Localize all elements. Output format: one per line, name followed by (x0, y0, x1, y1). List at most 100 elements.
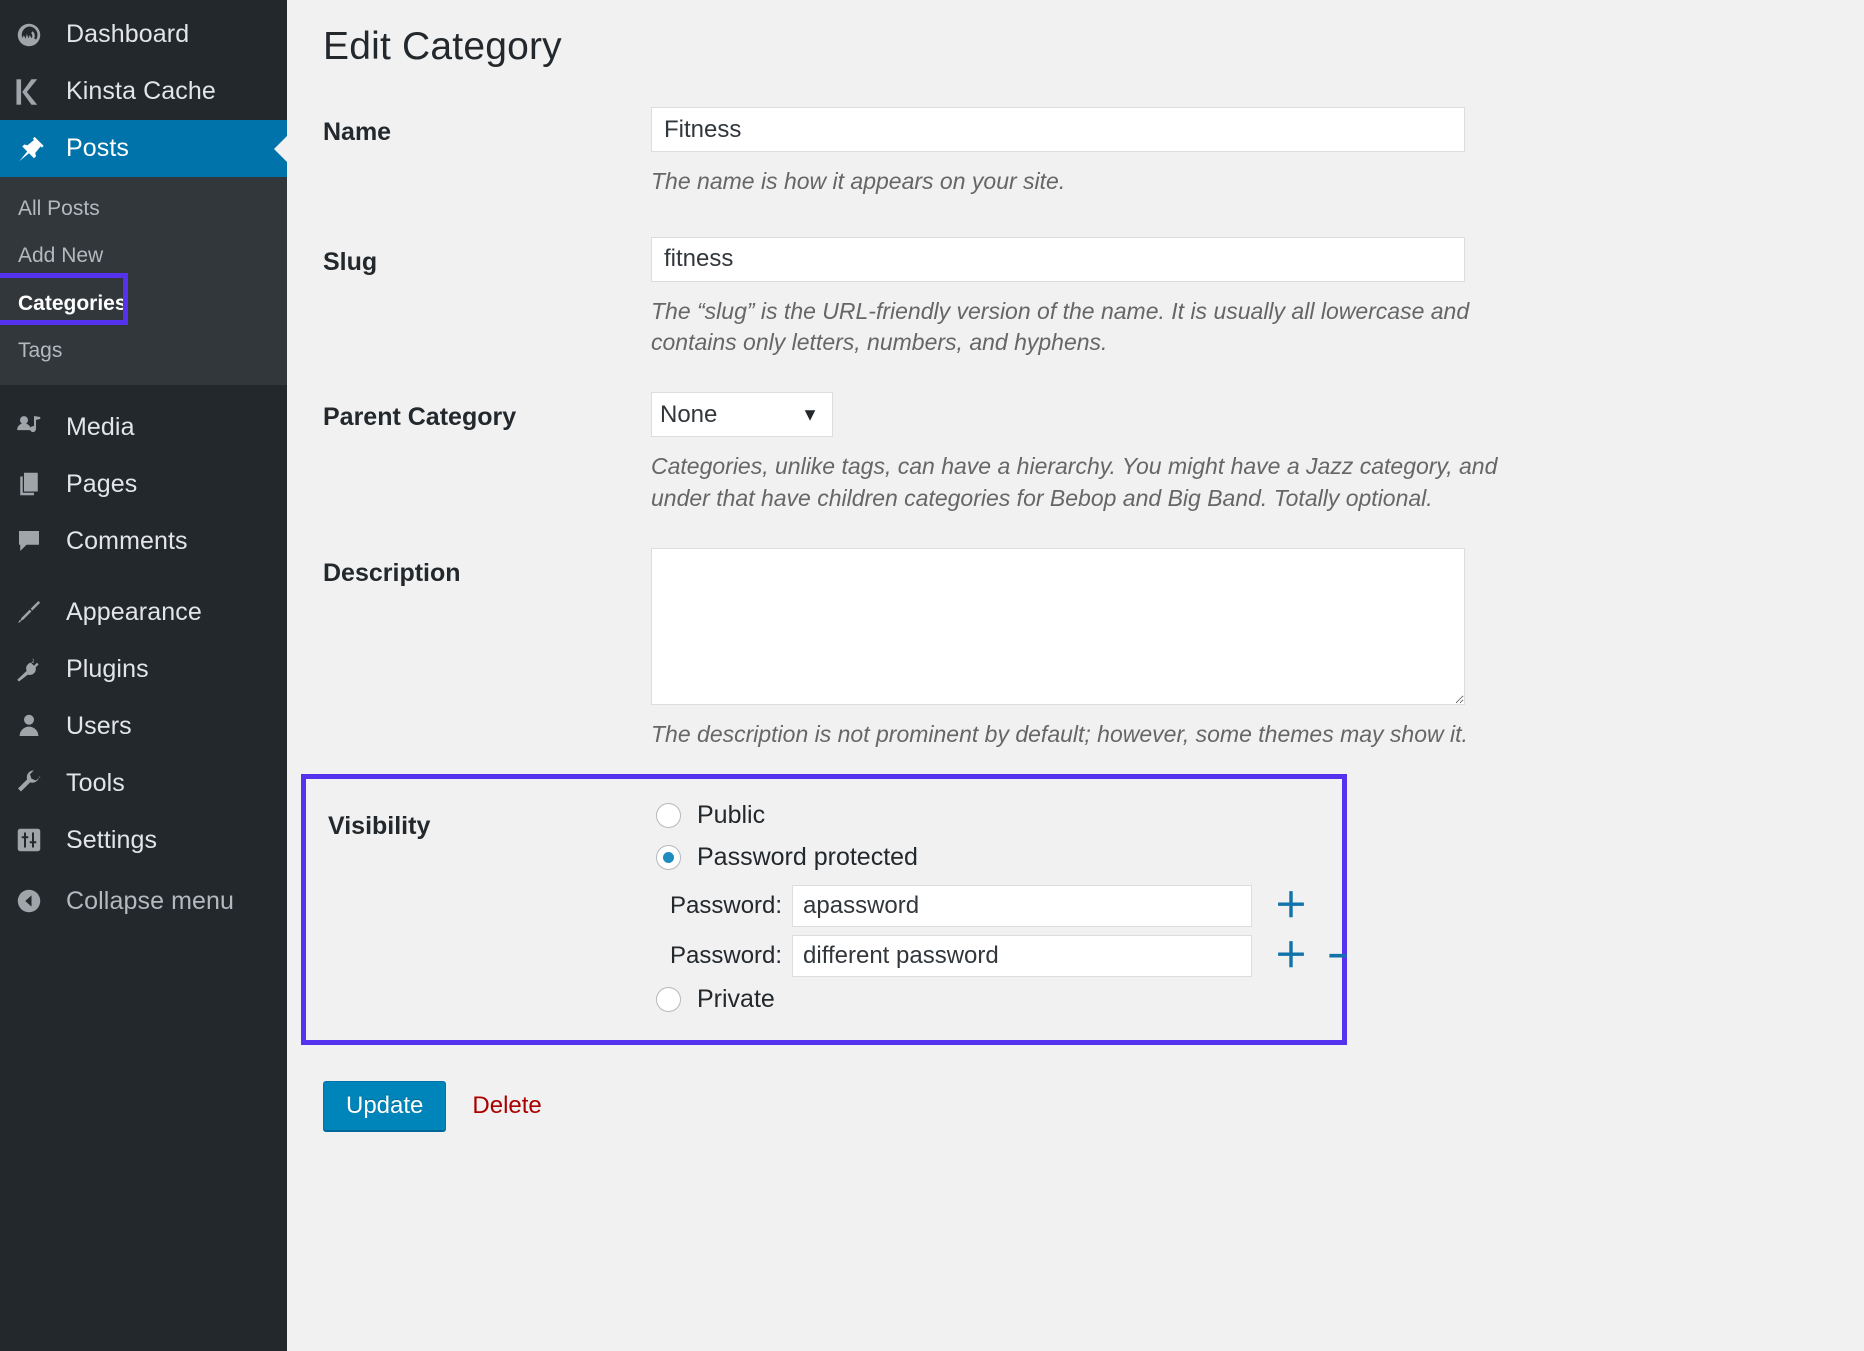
slug-label: Slug (323, 237, 651, 277)
sidebar-item-comments[interactable]: Comments (0, 513, 287, 570)
edit-category-form: Name The name is how it appears on your … (287, 107, 1864, 1045)
sidebar-item-label: Kinsta Cache (66, 77, 216, 106)
sidebar-item-add-new[interactable]: Add New (0, 232, 287, 279)
sidebar-item-appearance[interactable]: Appearance (0, 584, 287, 641)
delete-link[interactable]: Delete (472, 1092, 541, 1120)
parent-category-label: Parent Category (323, 392, 651, 432)
visibility-option-private[interactable]: Private (656, 985, 1348, 1014)
menu-separator (0, 385, 287, 399)
radio-public-label: Public (697, 801, 765, 830)
sidebar-item-all-posts[interactable]: All Posts (0, 185, 287, 232)
description-textarea[interactable] (651, 548, 1465, 705)
page-title: Edit Category (287, 0, 1864, 69)
dashboard-icon (14, 20, 66, 50)
password-label-2: Password: (670, 942, 782, 970)
parent-category-select-wrap: None ▼ (651, 392, 833, 437)
name-field-wrap: The name is how it appears on your site. (651, 107, 1864, 198)
password-label-1: Password: (670, 892, 782, 920)
description-label: Description (323, 548, 651, 588)
password-input-2[interactable] (792, 935, 1252, 977)
name-help-text: The name is how it appears on your site. (651, 166, 1521, 198)
visibility-options: Public Password protected Password: ＋ Pa… (656, 801, 1348, 1014)
password-input-1[interactable] (792, 885, 1252, 927)
visibility-option-password-protected[interactable]: Password protected (656, 843, 1348, 872)
sidebar-item-label: Media (66, 413, 135, 442)
posts-submenu: All Posts Add New Categories Tags (0, 177, 287, 385)
media-icon (14, 412, 66, 442)
sidebar-item-label: Collapse menu (66, 887, 234, 916)
plug-icon (14, 654, 66, 684)
sidebar-item-settings[interactable]: Settings (0, 812, 287, 869)
kinsta-k-icon (14, 77, 66, 107)
sidebar-item-label: Appearance (66, 598, 202, 627)
sidebar-item-label: Comments (66, 527, 188, 556)
sidebar-group-content: Media Pages Comments (0, 399, 287, 570)
paintbrush-icon (14, 597, 66, 627)
password-row-1: Password: ＋ (656, 885, 1348, 927)
submenu-label: All Posts (18, 197, 100, 220)
pages-icon (14, 469, 66, 499)
update-button[interactable]: Update (323, 1081, 446, 1131)
add-password-button-1[interactable]: ＋ (1274, 889, 1308, 923)
name-label: Name (323, 107, 651, 147)
sidebar-item-label: Tools (66, 769, 125, 798)
description-help-text: The description is not prominent by defa… (651, 719, 1521, 751)
sidebar-item-posts[interactable]: Posts (0, 120, 287, 177)
sidebar-item-label: Users (66, 712, 132, 741)
sidebar-item-dashboard[interactable]: Dashboard (0, 6, 287, 63)
form-row-name: Name The name is how it appears on your … (323, 107, 1864, 198)
sidebar-item-users[interactable]: Users (0, 698, 287, 755)
remove-password-button-2[interactable]: − (1328, 939, 1348, 973)
user-icon (14, 711, 66, 741)
slug-help-text: The “slug” is the URL-friendly version o… (651, 296, 1521, 359)
sidebar-item-collapse-menu[interactable]: Collapse menu (0, 873, 287, 930)
form-row-parent-category: Parent Category None ▼ Categories, unlik… (323, 392, 1864, 514)
slug-field-wrap: The “slug” is the URL-friendly version o… (651, 237, 1864, 359)
slug-input[interactable] (651, 237, 1465, 282)
radio-password-protected-label: Password protected (697, 843, 918, 872)
parent-category-select[interactable]: None (651, 392, 833, 437)
sidebar-item-kinsta-cache[interactable]: Kinsta Cache (0, 63, 287, 120)
parent-category-help-text: Categories, unlike tags, can have a hier… (651, 451, 1521, 514)
visibility-option-public[interactable]: Public (656, 801, 1348, 830)
radio-private[interactable] (656, 987, 681, 1012)
submenu-label: Categories (18, 292, 127, 315)
add-password-button-2[interactable]: ＋ (1274, 939, 1308, 973)
sidebar-item-categories[interactable]: Categories (0, 280, 287, 327)
menu-separator (0, 570, 287, 584)
visibility-panel: Visibility Public Password protected Pas… (301, 774, 1347, 1045)
sidebar-item-label: Settings (66, 826, 157, 855)
admin-sidebar: Dashboard Kinsta Cache Posts All Posts A… (0, 0, 287, 1351)
form-actions: Update Delete (287, 1081, 1864, 1131)
sidebar-item-tools[interactable]: Tools (0, 755, 287, 812)
row-spacer (323, 515, 1864, 548)
sidebar-item-label: Dashboard (66, 20, 189, 49)
main-content: Edit Category Name The name is how it ap… (287, 0, 1864, 1351)
sidebar-item-media[interactable]: Media (0, 399, 287, 456)
collapse-arrow-icon (14, 886, 66, 916)
name-input[interactable] (651, 107, 1465, 152)
sidebar-item-label: Plugins (66, 655, 149, 684)
radio-private-label: Private (697, 985, 775, 1014)
submenu-label: Add New (18, 244, 103, 267)
comments-icon (14, 526, 66, 556)
sidebar-item-tags[interactable]: Tags (0, 327, 287, 374)
sidebar-item-plugins[interactable]: Plugins (0, 641, 287, 698)
settings-sliders-icon (14, 825, 66, 855)
row-spacer (323, 359, 1864, 392)
submenu-label: Tags (18, 339, 62, 362)
sidebar-group-admin: Appearance Plugins Users (0, 584, 287, 869)
sidebar-item-pages[interactable]: Pages (0, 456, 287, 513)
sidebar-top-group: Dashboard Kinsta Cache (0, 0, 287, 120)
wrench-icon (14, 768, 66, 798)
parent-category-field-wrap: None ▼ Categories, unlike tags, can have… (651, 392, 1864, 514)
sidebar-item-label: Posts (66, 134, 129, 163)
form-row-description: Description The description is not promi… (323, 548, 1864, 751)
radio-public[interactable] (656, 803, 681, 828)
pin-icon (14, 134, 66, 164)
visibility-inner: Visibility Public Password protected Pas… (328, 801, 1342, 1014)
form-row-slug: Slug The “slug” is the URL-friendly vers… (323, 237, 1864, 359)
active-menu-arrow (274, 135, 288, 163)
sidebar-item-label: Pages (66, 470, 137, 499)
radio-password-protected[interactable] (656, 845, 681, 870)
